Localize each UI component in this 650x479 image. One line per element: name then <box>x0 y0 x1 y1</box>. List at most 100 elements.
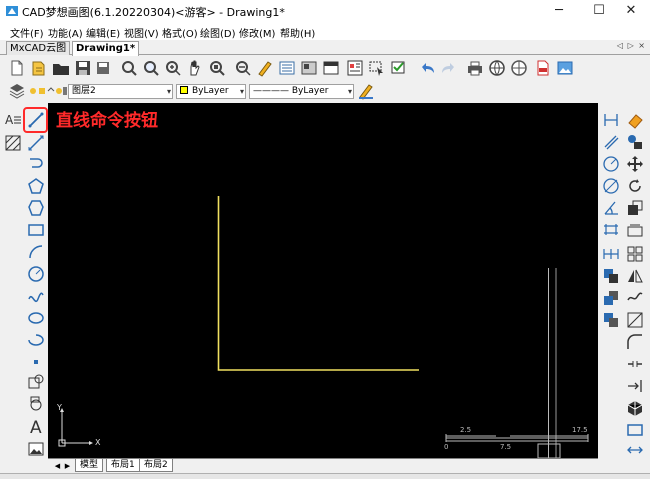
dim-continue-icon[interactable] <box>602 245 620 263</box>
join-icon[interactable] <box>626 421 644 439</box>
scale-label-7-5: 7.5 <box>500 443 512 451</box>
chevron-down-icon: ▾ <box>239 87 244 96</box>
layer-state-icons[interactable] <box>28 82 68 100</box>
menu-draw[interactable]: 绘图(D) <box>200 25 236 40</box>
modify-toolbar <box>598 103 650 459</box>
open-template-icon[interactable] <box>30 59 48 77</box>
text-style-icon[interactable]: A <box>4 111 22 129</box>
menu-function[interactable]: 功能(A) <box>48 25 83 40</box>
polygon-icon[interactable] <box>27 177 45 195</box>
select-icon[interactable] <box>368 59 386 77</box>
move-icon[interactable] <box>626 155 644 173</box>
layer-order-icon[interactable] <box>602 267 620 285</box>
scale-icon[interactable] <box>626 199 644 217</box>
dim-angular-icon[interactable] <box>602 199 620 217</box>
drawn-line-segments[interactable] <box>217 196 420 371</box>
dim-diameter-icon[interactable] <box>602 177 620 195</box>
dim-aligned-icon[interactable] <box>602 133 620 151</box>
layout-tab-model[interactable]: 模型 <box>75 459 104 472</box>
explode-icon[interactable] <box>626 399 644 417</box>
offset-icon[interactable] <box>626 289 644 307</box>
undo-icon[interactable] <box>418 59 436 77</box>
zoom-window-icon[interactable] <box>142 59 160 77</box>
menu-modify[interactable]: 修改(M) <box>239 25 275 40</box>
trim-icon[interactable] <box>626 311 644 329</box>
quick-select-icon[interactable] <box>390 59 408 77</box>
rotate-icon[interactable] <box>626 177 644 195</box>
menu-view[interactable]: 视图(V) <box>124 25 159 40</box>
scale-label-2-5: 2.5 <box>460 426 472 434</box>
menu-edit[interactable]: 编辑(E) <box>86 25 120 40</box>
insert-block-icon[interactable] <box>27 373 45 391</box>
design-center-icon[interactable] <box>300 59 318 77</box>
tool-palette-icon[interactable] <box>322 59 340 77</box>
break-icon[interactable] <box>626 355 644 373</box>
block-editor-icon[interactable] <box>346 59 364 77</box>
properties-icon[interactable] <box>278 59 296 77</box>
linetype-select[interactable]: ———— ByLayer ▾ <box>249 84 354 99</box>
shape-icon[interactable] <box>27 199 45 217</box>
color-swatch <box>180 86 188 94</box>
fillet-icon[interactable] <box>626 333 644 351</box>
zoom-in-icon[interactable] <box>164 59 182 77</box>
pan-hand-icon[interactable] <box>186 59 204 77</box>
tab-mxcad-cloud[interactable]: MxCAD云图 <box>6 41 71 55</box>
ellipse-icon[interactable] <box>27 309 45 327</box>
tab-scroll-arrows[interactable]: ◁ ▷ × <box>617 41 646 50</box>
extend-icon[interactable] <box>626 377 644 395</box>
close-button[interactable]: ✕ <box>608 0 650 22</box>
rectangle-icon[interactable] <box>27 221 45 239</box>
web-globe-icon[interactable] <box>488 59 506 77</box>
zoom-previous-icon[interactable] <box>234 59 252 77</box>
chamfer-icon[interactable] <box>626 441 644 459</box>
circle-icon[interactable] <box>27 265 45 283</box>
new-file-icon[interactable] <box>8 59 26 77</box>
layout-next-button[interactable]: ▶ <box>63 461 72 471</box>
copy-icon[interactable] <box>626 133 644 151</box>
tab-drawing1[interactable]: Drawing1* <box>72 41 140 56</box>
save-as-icon[interactable] <box>94 59 112 77</box>
dim-baseline-icon[interactable] <box>602 221 620 239</box>
arc-icon[interactable] <box>27 243 45 261</box>
layout-tab-layout2[interactable]: 布局2 <box>139 459 173 472</box>
mtext-icon[interactable]: A <box>27 417 45 435</box>
spline-icon[interactable] <box>27 287 45 305</box>
hatch-icon[interactable] <box>4 134 22 152</box>
menu-file[interactable]: 文件(F) <box>10 25 44 40</box>
xline-icon[interactable] <box>27 134 45 152</box>
match-layer-icon[interactable] <box>357 82 375 100</box>
match-properties-icon[interactable] <box>256 59 274 77</box>
erase-icon[interactable] <box>626 111 644 129</box>
layer-manager-icon[interactable] <box>8 82 26 100</box>
dim-radius-icon[interactable] <box>602 155 620 173</box>
array-icon[interactable] <box>626 245 644 263</box>
dim-linear-icon[interactable] <box>602 111 620 129</box>
stretch-icon[interactable] <box>626 221 644 239</box>
pdf-export-icon[interactable] <box>534 59 552 77</box>
layer-select[interactable]: 图层2 ▾ <box>68 84 173 99</box>
layout-prev-button[interactable]: ◀ <box>53 461 62 471</box>
app-logo-icon <box>6 6 18 16</box>
ellipse-arc-icon[interactable] <box>27 331 45 349</box>
make-block-icon[interactable] <box>27 395 45 413</box>
open-folder-icon[interactable] <box>52 59 70 77</box>
menu-help[interactable]: 帮助(H) <box>280 25 315 40</box>
zoom-extents-icon[interactable] <box>208 59 226 77</box>
point-icon[interactable] <box>27 353 45 371</box>
menu-format[interactable]: 格式(O) <box>162 25 198 40</box>
print-icon[interactable] <box>466 59 484 77</box>
bring-front-icon[interactable] <box>602 289 620 307</box>
mirror-icon[interactable] <box>626 267 644 285</box>
send-back-icon[interactable] <box>602 311 620 329</box>
drawing-canvas[interactable]: 直线命令按钮 Y X 2.5 17.5 0 7.5 <box>48 103 598 458</box>
line-tool-highlight <box>23 107 48 133</box>
image-export-icon[interactable] <box>556 59 574 77</box>
polyline-icon[interactable] <box>27 155 45 173</box>
zoom-realtime-icon[interactable] <box>120 59 138 77</box>
online-globe-icon[interactable] <box>510 59 528 77</box>
layout-tab-layout1[interactable]: 布局1 <box>106 459 140 472</box>
image-insert-icon[interactable] <box>27 440 45 458</box>
redo-icon[interactable] <box>440 59 458 77</box>
color-select[interactable]: ByLayer ▾ <box>176 84 246 99</box>
save-icon[interactable] <box>74 59 92 77</box>
